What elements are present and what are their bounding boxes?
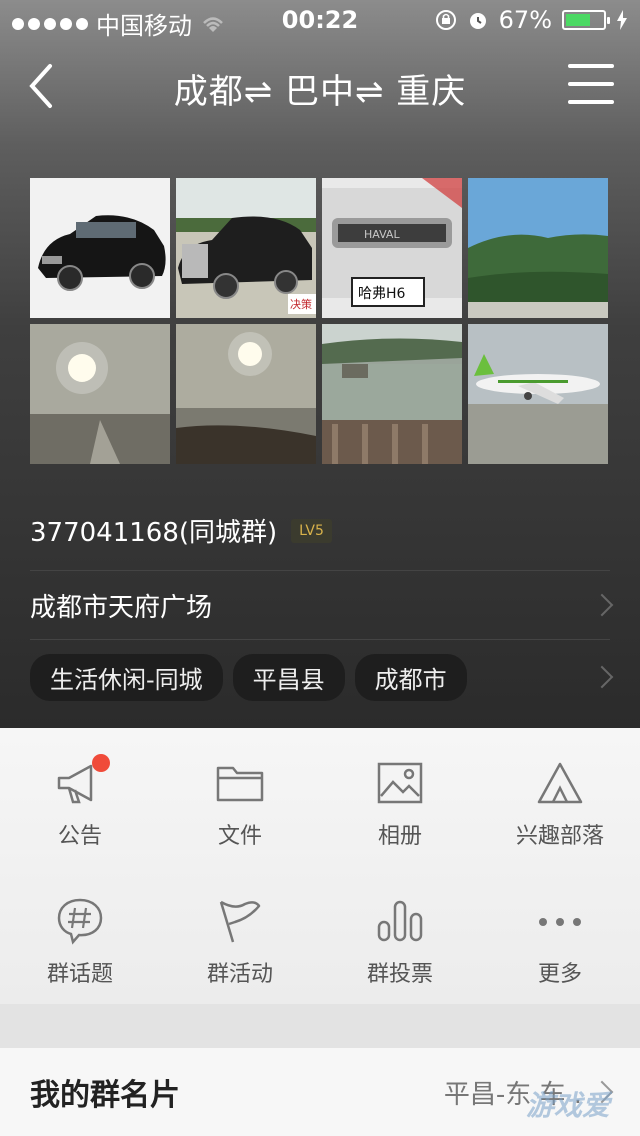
hamburger-icon [568,64,614,68]
tent-icon [537,762,583,804]
more-button[interactable]: 更多 [480,866,640,1004]
photo-mountain[interactable] [468,178,608,318]
group-topics-label: 群话题 [46,962,113,987]
orientation-lock-icon [435,10,456,30]
bar-chart-icon [377,900,423,942]
chevron-right-icon [590,593,614,617]
files-label: 文件 [217,824,262,849]
photo-river-bridge[interactable] [322,324,462,464]
status-bar: 中国移动 00:22 67% [0,0,640,40]
charging-icon [617,10,627,30]
alarm-icon [469,13,486,29]
level-badge: LV5 [291,518,332,543]
photo-haval-h6[interactable]: HAVAL 哈弗H6 [322,178,462,318]
nav-bar: 成都⇌ 巴中⇌ 重庆 [0,50,640,120]
battery-percent: 67% [498,6,552,34]
photo-limousine[interactable]: 决策 [176,178,316,318]
folder-icon [216,766,264,802]
tags-row[interactable]: 生活休闲-同城 平昌县 成都市 [30,653,614,701]
photo-black-sedan[interactable] [30,178,170,318]
battery-icon [562,10,610,30]
group-id: 377041168(同城群) [30,518,278,548]
photo-airplane[interactable] [468,324,608,464]
interest-tribe-button[interactable]: 兴趣部落 [480,728,640,866]
group-id-row: 377041168(同城群) LV5 [30,512,610,549]
tag-county: 平昌县 [232,653,345,701]
tag-category: 生活休闲-同城 [30,653,223,701]
svg-text:决策: 决策 [290,297,312,311]
location-row[interactable]: 成都市天府广场 [30,570,614,640]
photo-sunset-lake[interactable] [30,324,170,464]
my-group-card-title: 我的群名片 [30,1078,180,1113]
more-dots-icon [539,918,581,926]
interest-tribe-label: 兴趣部落 [515,824,604,849]
notification-badge [92,754,110,772]
photo-album-icon [377,762,423,804]
photo-sunset-shore[interactable] [176,324,316,464]
watermark: 游戏爱 [525,1089,610,1122]
chevron-right-icon [590,665,614,689]
photo-gallery: 决策 HAVAL 哈弗H6 [30,178,610,464]
menu-button[interactable] [568,64,614,104]
flag-icon [219,900,261,943]
function-grid: 公告 文件 相册 兴趣部落 群话题 群活动 群投票 更多 [0,728,640,1004]
group-vote-label: 群投票 [366,962,433,987]
album-label: 相册 [377,824,422,849]
hashtag-bubble-icon [57,898,103,945]
album-button[interactable]: 相册 [320,728,480,866]
group-header: 中国移动 00:22 67% 成都⇌ 巴中⇌ 重庆 决策 HAVAL 哈弗H6 … [0,0,640,728]
announcement-button[interactable]: 公告 [0,728,160,866]
files-button[interactable]: 文件 [160,728,320,866]
section-divider [0,1004,640,1048]
svg-text:HAVAL: HAVAL [364,228,400,241]
more-label: 更多 [537,962,582,987]
announcement-label: 公告 [57,824,102,849]
group-activities-label: 群活动 [206,962,273,987]
haval-label: 哈弗H6 [358,286,406,302]
group-topics-button[interactable]: 群话题 [0,866,160,1004]
tag-city: 成都市 [354,653,467,701]
group-title: 成都⇌ 巴中⇌ 重庆 [173,72,467,112]
group-activities-button[interactable]: 群活动 [160,866,320,1004]
location-text: 成都市天府广场 [30,592,213,623]
group-vote-button[interactable]: 群投票 [320,866,480,1004]
